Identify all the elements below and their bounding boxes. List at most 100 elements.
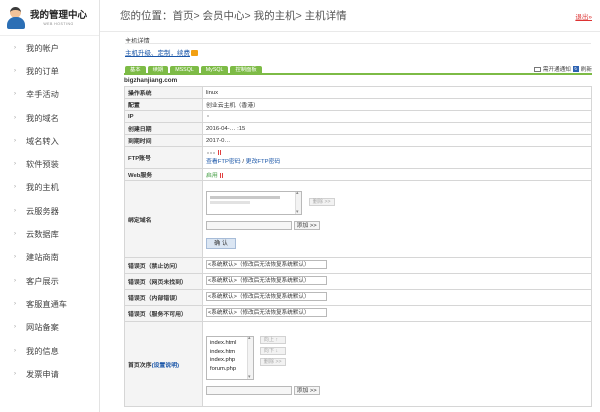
domain-input[interactable] bbox=[206, 221, 292, 230]
row-label: 到期时间 bbox=[124, 134, 203, 147]
err404-value: <系统默认>（修改后无法恢复系统默认） bbox=[202, 273, 592, 290]
domain-delete-button[interactable]: 删除 >> bbox=[308, 198, 335, 206]
table-row: 创建日期 2016-04-… :15 bbox=[124, 122, 592, 135]
row-label: 错误页（内部错误） bbox=[124, 289, 203, 306]
change-ftp-password-link[interactable]: 更改FTP密码 bbox=[246, 159, 281, 165]
user-avatar-icon bbox=[6, 6, 26, 30]
chevron-right-icon: › bbox=[14, 347, 16, 354]
sidebar-item-cloud-db[interactable]: › 云数据库 bbox=[0, 222, 99, 245]
ip-value bbox=[202, 110, 592, 123]
table-row: 配置 创业云主机（香港） bbox=[124, 98, 592, 111]
table-row: 到期时间 2017-0… bbox=[124, 134, 592, 147]
sidebar-item-domain-transfer[interactable]: › 域名转入 bbox=[0, 129, 99, 152]
sidebar-item-account[interactable]: › 我的帐户 bbox=[0, 36, 99, 59]
main-content: 您的位置：首页> 会员中心> 我的主机> 主机详情 退出» 主机详情 主机升级、… bbox=[100, 0, 600, 412]
sidebar-item-site-builder[interactable]: › 建站商南 bbox=[0, 246, 99, 269]
divider bbox=[125, 43, 591, 44]
brand-logo[interactable]: 我的管理中心 WEB HOSTING bbox=[0, 0, 99, 36]
sidebar-item-icp[interactable]: › 网站备案 bbox=[0, 316, 99, 339]
row-label: 错误页（网页未找到） bbox=[124, 273, 203, 290]
table-row: 首页次序(设置说明) index.html index.htm index.ph… bbox=[124, 321, 592, 407]
expire-value: 2017-0… bbox=[202, 134, 592, 147]
domain-confirm-button[interactable]: 确 认 bbox=[206, 238, 236, 249]
sidebar-item-events[interactable]: › 幸手活动 bbox=[0, 83, 99, 106]
domain-list-scrollbar[interactable] bbox=[295, 190, 301, 215]
tab-underline bbox=[124, 73, 592, 75]
list-item[interactable]: index.html bbox=[210, 339, 250, 348]
config-value: 创业云主机（香港） bbox=[202, 98, 592, 111]
index-value: index.html index.htm index.php forum.php… bbox=[202, 321, 592, 407]
gift-icon bbox=[191, 50, 198, 57]
domain-value: 删除 >> 添加 >> 确 认 bbox=[202, 180, 592, 258]
chevron-right-icon: › bbox=[14, 91, 16, 98]
status-indicator bbox=[220, 172, 222, 178]
web-status: 启用 bbox=[206, 173, 218, 179]
chevron-right-icon: › bbox=[14, 114, 16, 121]
refresh-icon[interactable]: ↻ bbox=[572, 66, 579, 72]
host-name: bigzhanjiang.com bbox=[124, 77, 178, 84]
list-item[interactable]: index.htm bbox=[210, 348, 250, 357]
table-row: 绑定域名 删除 >> 添加 >> 确 认 bbox=[124, 180, 592, 258]
index-delete-button[interactable]: 删除 >> bbox=[259, 358, 286, 366]
row-label: 首页次序(设置说明) bbox=[124, 321, 203, 407]
chevron-right-icon: › bbox=[14, 300, 16, 307]
sidebar-item-profile[interactable]: › 我的信息 bbox=[0, 339, 99, 362]
table-row: Web服务 启用 bbox=[124, 168, 592, 181]
sidebar-item-invoice[interactable]: › 发票申请 bbox=[0, 362, 99, 385]
host-detail-table: 操作系统 linux 配置 创业云主机（香港） IP 创建日期 2016-04-… bbox=[124, 86, 592, 407]
err500-value: <系统默认>（修改后无法恢复系统默认） bbox=[202, 289, 592, 306]
chevron-right-icon: › bbox=[14, 137, 16, 144]
list-item[interactable]: index.php bbox=[210, 356, 250, 365]
move-up-button[interactable]: 向上 ↑ bbox=[259, 336, 286, 344]
host-actions: 主机升级、定制，续费 bbox=[125, 47, 198, 57]
index-add-button[interactable]: 添加 >> bbox=[293, 386, 320, 395]
right-operations: 需开通通知 ↻ 刷新 bbox=[533, 65, 592, 73]
brand-title: 我的管理中心 bbox=[30, 9, 88, 21]
web-value: 启用 bbox=[202, 168, 592, 181]
err403-select[interactable]: <系统默认>（修改后无法恢复系统默认） bbox=[206, 260, 327, 269]
index-input[interactable] bbox=[206, 386, 292, 395]
row-label: 错误页（服务不可用） bbox=[124, 305, 203, 322]
table-row: 操作系统 linux bbox=[124, 86, 592, 99]
chevron-right-icon: › bbox=[14, 161, 16, 168]
notify-link[interactable]: 需开通通知 bbox=[543, 65, 571, 73]
move-down-button[interactable]: 向下 ↓ bbox=[259, 347, 286, 355]
mail-icon bbox=[533, 66, 541, 72]
brand-subtitle: WEB HOSTING bbox=[43, 21, 74, 26]
sidebar-item-support[interactable]: › 客服直通车 bbox=[0, 292, 99, 315]
chevron-right-icon: › bbox=[14, 44, 16, 51]
err403-value: <系统默认>（修改后无法恢复系统默认） bbox=[202, 257, 592, 274]
chevron-right-icon: › bbox=[14, 67, 16, 74]
domain-add-button[interactable]: 添加 >> bbox=[293, 221, 320, 230]
logout-link[interactable]: 退出» bbox=[575, 11, 592, 21]
sidebar-menu: › 我的帐户 › 我的订单 › 幸手活动 › 我的域名 › 域名转入 › 软件预装 › 我的主… bbox=[0, 36, 99, 385]
chevron-right-icon: › bbox=[14, 207, 16, 214]
sidebar: 我的管理中心 WEB HOSTING › 我的帐户 › 我的订单 › 幸手活动 › 我的… bbox=[0, 0, 100, 412]
ftp-value: 查看FTP密码 / 更改FTP密码 bbox=[202, 146, 592, 169]
index-help-link[interactable]: (设置说明) bbox=[152, 363, 180, 369]
err500-select[interactable]: <系统默认>（修改后无法恢复系统默认） bbox=[206, 292, 327, 301]
index-list-scrollbar[interactable] bbox=[247, 335, 253, 380]
list-item[interactable]: forum.php bbox=[210, 365, 250, 374]
sidebar-item-orders[interactable]: › 我的订单 bbox=[0, 59, 99, 82]
view-ftp-password-link[interactable]: 查看FTP密码 bbox=[206, 159, 241, 165]
chevron-right-icon: › bbox=[14, 370, 16, 377]
chevron-right-icon: › bbox=[14, 277, 16, 284]
upgrade-renew-link[interactable]: 主机升级、定制，续费 bbox=[125, 50, 190, 57]
table-row: 错误页（网页未找到） <系统默认>（修改后无法恢复系统默认） bbox=[124, 273, 592, 290]
sidebar-item-hosts[interactable]: › 我的主机 bbox=[0, 176, 99, 199]
sidebar-item-software[interactable]: › 软件预装 bbox=[0, 152, 99, 175]
index-file-list[interactable]: index.html index.htm index.php forum.php bbox=[206, 335, 254, 380]
chevron-right-icon: › bbox=[14, 324, 16, 331]
domain-list[interactable] bbox=[206, 190, 302, 215]
created-value: 2016-04-… :15 bbox=[202, 122, 592, 135]
refresh-link[interactable]: 刷新 bbox=[581, 65, 592, 73]
row-label: 操作系统 bbox=[124, 86, 203, 99]
sidebar-item-showcase[interactable]: › 客户展示 bbox=[0, 269, 99, 292]
ftp-account bbox=[206, 150, 588, 158]
sidebar-item-domains[interactable]: › 我的域名 bbox=[0, 106, 99, 129]
err503-select[interactable]: <系统默认>（修改后无法恢复系统默认） bbox=[206, 308, 327, 317]
sidebar-item-cloud-servers[interactable]: › 云服务器 bbox=[0, 199, 99, 222]
err404-select[interactable]: <系统默认>（修改后无法恢复系统默认） bbox=[206, 276, 327, 285]
row-label: 配置 bbox=[124, 98, 203, 111]
